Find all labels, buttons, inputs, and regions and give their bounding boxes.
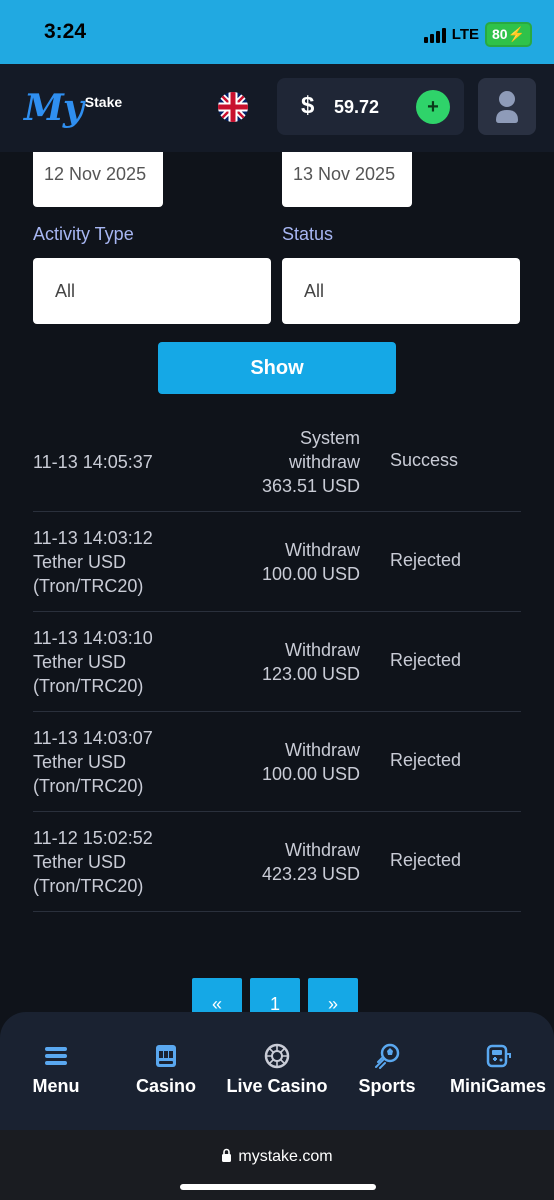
logo-my: My xyxy=(24,87,84,129)
nav-menu-label: Menu xyxy=(32,1076,80,1096)
tx-network: (Tron/TRC20) xyxy=(33,776,144,796)
browser-bar: mystake.com xyxy=(0,1130,554,1200)
url-text: mystake.com xyxy=(238,1148,333,1165)
table-row: 11-13 14:05:37 System withdraw 363.51 US… xyxy=(33,412,521,512)
currency-symbol: $ xyxy=(301,92,315,119)
tx-status: Success xyxy=(390,450,459,470)
tx-date: 11-12 15:02:52 xyxy=(33,828,153,848)
tx-type-line2: Withdraw xyxy=(284,740,360,760)
tx-date-method: 11-13 14:03:07 Tether USD (Tron/TRC20) xyxy=(33,726,243,798)
tx-date-method: 11-13 14:03:10 Tether USD (Tron/TRC20) xyxy=(33,626,243,698)
gamepad-icon xyxy=(486,1044,511,1068)
tx-method: Tether USD xyxy=(33,652,127,672)
nav-sports[interactable]: Sports xyxy=(352,1042,422,1097)
tx-type: Withdraw 423.23 USD xyxy=(220,838,360,886)
tx-amount: 100.00 USD xyxy=(261,564,360,584)
tx-amount: 423.23 USD xyxy=(261,864,360,884)
logo-stake: Stake xyxy=(84,94,123,110)
hamburger-icon xyxy=(45,1047,67,1065)
tx-method: Tether USD xyxy=(33,852,127,872)
table-row: 11-13 14:03:10 Tether USD (Tron/TRC20) W… xyxy=(33,612,521,712)
tx-amount: 123.00 USD xyxy=(261,664,360,684)
nav-menu[interactable]: Menu xyxy=(22,1042,90,1097)
tx-type-line2: withdraw xyxy=(288,452,360,472)
tx-date-method: 11-13 14:03:12 Tether USD (Tron/TRC20) xyxy=(33,526,243,598)
table-row: 11-13 14:03:07 Tether USD (Tron/TRC20) W… xyxy=(33,712,521,812)
mystake-logo[interactable]: My Stake xyxy=(24,90,122,126)
slot-machine-icon xyxy=(156,1045,176,1067)
lock-icon xyxy=(222,1148,232,1162)
url-display[interactable]: mystake.com xyxy=(0,1148,554,1166)
battery-icon: 80⚡ xyxy=(484,22,532,47)
tx-type: Withdraw 100.00 USD xyxy=(220,538,360,586)
tx-type: Withdraw 123.00 USD xyxy=(220,638,360,686)
nav-live-casino-label: Live Casino xyxy=(226,1076,328,1096)
balance-amount: 59.72 xyxy=(334,97,380,117)
status-select[interactable]: All xyxy=(282,258,520,324)
tx-type-line2: Withdraw xyxy=(284,840,360,860)
user-icon xyxy=(496,91,518,123)
bottom-nav: Menu Casino Live Casino Sports MiniGames xyxy=(0,1012,554,1130)
home-indicator[interactable] xyxy=(180,1184,376,1190)
transaction-list: 11-13 14:05:37 System withdraw 363.51 US… xyxy=(33,412,521,912)
tx-network: (Tron/TRC20) xyxy=(33,676,144,696)
balance-box[interactable]: $ 59.72 + xyxy=(277,78,464,135)
nav-sports-label: Sports xyxy=(358,1076,416,1096)
tx-type: System withdraw 363.51 USD xyxy=(220,426,360,498)
tx-network: (Tron/TRC20) xyxy=(33,576,144,596)
table-row: 11-13 14:03:12 Tether USD (Tron/TRC20) W… xyxy=(33,512,521,612)
tx-date: 11-13 14:03:07 xyxy=(33,728,153,748)
tx-status: Rejected xyxy=(390,650,462,670)
tx-amount: 100.00 USD xyxy=(261,764,360,784)
show-button[interactable]: Show xyxy=(158,342,396,394)
deposit-button[interactable]: + xyxy=(416,90,450,124)
tx-status: Rejected xyxy=(390,550,462,570)
status-label: Status xyxy=(282,224,334,244)
tx-status: Rejected xyxy=(390,850,462,870)
date-to-field[interactable]: 13 Nov 2025 xyxy=(282,152,412,207)
tx-type-line2: Withdraw xyxy=(284,540,360,560)
table-row: 11-12 15:02:52 Tether USD (Tron/TRC20) W… xyxy=(33,812,521,912)
tx-type: Withdraw 100.00 USD xyxy=(220,738,360,786)
status-time: 3:24 xyxy=(44,20,87,43)
network-label: LTE xyxy=(451,26,479,43)
tx-date-method: 11-12 15:02:52 Tether USD (Tron/TRC20) xyxy=(33,826,243,898)
status-bar: 3:24 LTE 80⚡ xyxy=(0,0,554,64)
nav-casino[interactable]: Casino xyxy=(130,1042,202,1097)
battery-level: 80 xyxy=(491,26,508,42)
status-indicators: LTE 80⚡ xyxy=(423,22,532,47)
date-from-field[interactable]: 12 Nov 2025 xyxy=(33,152,163,207)
nav-casino-label: Casino xyxy=(135,1076,196,1096)
tx-method: Tether USD xyxy=(33,552,127,572)
uk-flag-icon[interactable] xyxy=(218,92,248,122)
signal-icon xyxy=(423,27,446,43)
tx-date: 11-13 14:03:10 xyxy=(33,628,153,648)
roulette-icon xyxy=(264,1043,290,1069)
activity-type-label: Activity Type xyxy=(33,224,134,244)
user-account-button[interactable] xyxy=(478,78,536,135)
tx-network: (Tron/TRC20) xyxy=(33,876,144,896)
soccer-ball-icon xyxy=(375,1043,400,1069)
tx-status: Rejected xyxy=(390,750,462,770)
nav-live-casino[interactable]: Live Casino xyxy=(222,1042,332,1097)
tx-date: 11-13 14:05:37 xyxy=(33,452,153,472)
app-header: My Stake $ 59.72 + xyxy=(0,64,554,152)
nav-minigames-label: MiniGames xyxy=(449,1076,547,1096)
activity-type-select[interactable]: All xyxy=(33,258,271,324)
tx-type-line2: Withdraw xyxy=(284,640,360,660)
tx-method: Tether USD xyxy=(33,752,127,772)
nav-minigames[interactable]: MiniGames xyxy=(444,1042,552,1097)
tx-amount: 363.51 USD xyxy=(261,476,360,496)
tx-date: 11-13 14:03:12 xyxy=(33,528,153,548)
tx-type-line1: System xyxy=(299,428,360,448)
